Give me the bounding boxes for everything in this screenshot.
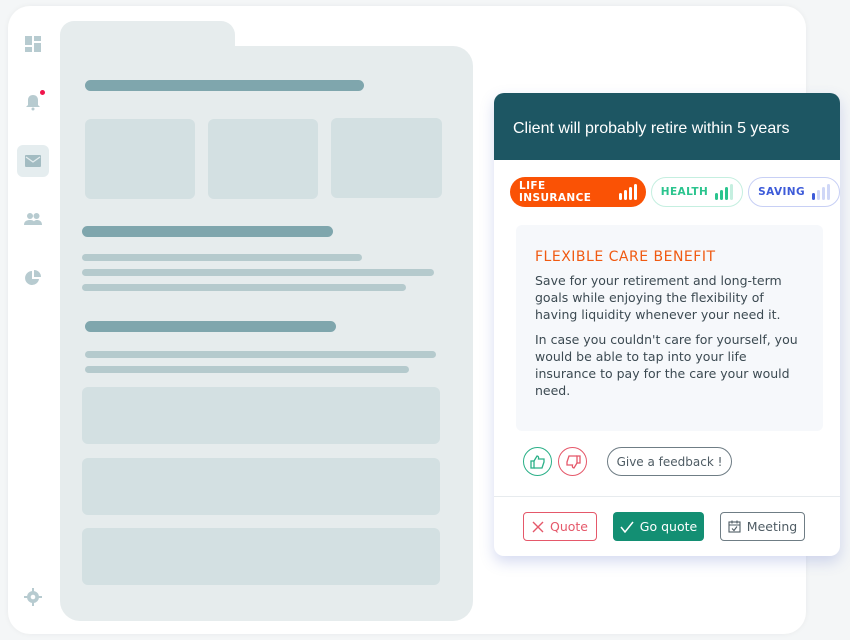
card-title: Client will probably retire within 5 yea… xyxy=(494,93,840,160)
close-icon xyxy=(532,521,544,532)
go-quote-label: Go quote xyxy=(639,519,698,534)
sidebar-item-dashboard[interactable] xyxy=(21,32,45,56)
tab-label: LIFE INSURANCE xyxy=(519,180,592,204)
placeholder-tile xyxy=(208,119,318,199)
calendar-icon xyxy=(728,520,741,533)
check-icon xyxy=(620,521,634,533)
placeholder-line xyxy=(82,269,434,276)
tab-saving[interactable]: SAVING xyxy=(748,177,840,207)
sidebar-item-notifications[interactable] xyxy=(21,90,45,114)
sidebar-item-users[interactable] xyxy=(21,207,45,231)
thumbs-up-icon xyxy=(529,454,545,469)
sidebar-item-reports[interactable] xyxy=(21,266,45,290)
sidebar-item-mail[interactable] xyxy=(17,145,49,177)
document-placeholder xyxy=(60,46,473,621)
benefit-title: FLEXIBLE CARE BENEFIT xyxy=(535,249,716,265)
pie-chart-icon xyxy=(25,270,41,285)
placeholder-line xyxy=(85,351,436,358)
placeholder-line xyxy=(82,284,406,291)
placeholder-line xyxy=(82,254,362,261)
reject-label: Quote xyxy=(549,519,588,534)
tab-label: SAVING xyxy=(758,186,805,198)
meeting-button[interactable]: Meeting xyxy=(720,512,805,541)
placeholder-tile xyxy=(331,118,442,198)
recommendation-card: Client will probably retire within 5 yea… xyxy=(494,93,840,556)
thumbs-down-button[interactable] xyxy=(558,447,587,476)
signal-icon xyxy=(812,184,830,200)
dashboard-icon xyxy=(25,36,41,52)
meeting-label: Meeting xyxy=(746,519,798,534)
mail-icon xyxy=(25,155,41,167)
placeholder-block xyxy=(82,387,440,444)
reject-quote-button[interactable]: Quote xyxy=(523,512,597,541)
tab-label: HEALTH xyxy=(660,186,709,198)
bell-icon xyxy=(26,95,40,111)
benefit-paragraph: In case you couldn't care for yourself, … xyxy=(535,332,798,398)
placeholder-title xyxy=(85,80,364,91)
thumbs-down-icon xyxy=(565,454,581,469)
signal-icon xyxy=(618,184,637,200)
sidebar-item-settings[interactable] xyxy=(21,585,45,609)
placeholder-tile xyxy=(85,119,195,199)
benefit-paragraph: Save for your retirement and long-term g… xyxy=(535,273,782,322)
users-icon xyxy=(24,213,42,225)
go-quote-button[interactable]: Go quote xyxy=(613,512,704,541)
divider xyxy=(494,496,840,497)
benefit-panel: FLEXIBLE CARE BENEFIT Save for your reti… xyxy=(516,225,823,431)
tab-life-insurance[interactable]: LIFE INSURANCE xyxy=(510,177,646,207)
gear-icon xyxy=(24,588,42,606)
category-tabs: LIFE INSURANCE HEALTH SAVING xyxy=(510,177,840,207)
placeholder-line xyxy=(85,366,409,373)
placeholder-block xyxy=(82,458,440,515)
give-feedback-button[interactable]: Give a feedback ! xyxy=(607,447,732,476)
placeholder-block xyxy=(82,528,440,585)
tab-health[interactable]: HEALTH xyxy=(650,177,744,207)
signal-icon xyxy=(715,184,734,200)
thumbs-up-button[interactable] xyxy=(523,447,552,476)
placeholder-heading xyxy=(85,321,336,332)
placeholder-heading xyxy=(82,226,333,237)
notification-dot xyxy=(40,90,45,95)
